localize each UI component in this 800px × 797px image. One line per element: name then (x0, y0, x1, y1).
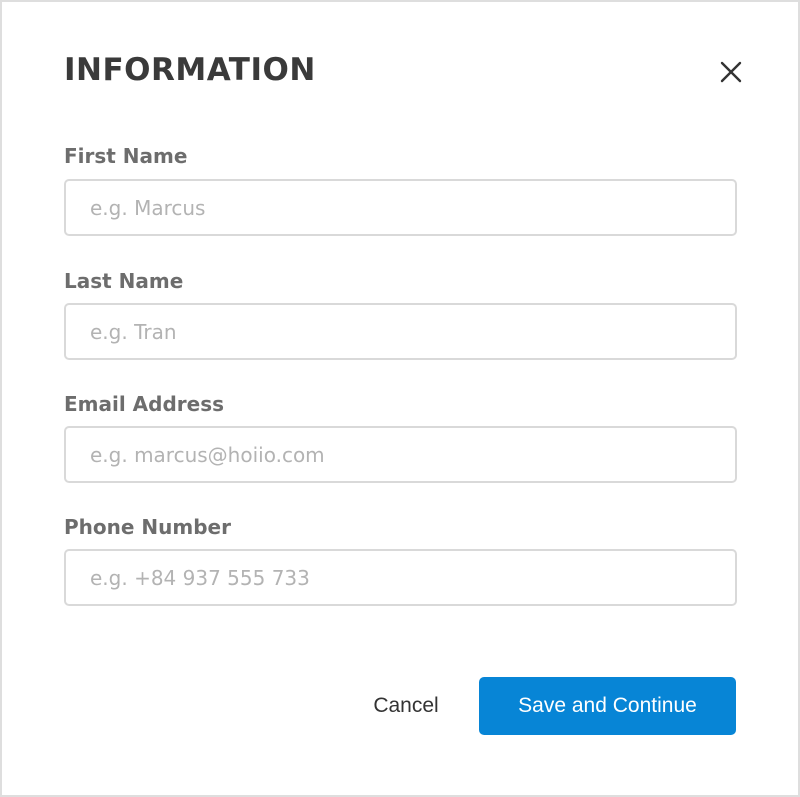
dialog-title: INFORMATION (64, 52, 316, 88)
first-name-input[interactable] (64, 179, 737, 236)
email-address-label: Email Address (64, 392, 225, 416)
first-name-label: First Name (64, 144, 188, 168)
phone-number-label: Phone Number (64, 515, 231, 539)
save-and-continue-button[interactable]: Save and Continue (479, 677, 736, 735)
last-name-input[interactable] (64, 303, 737, 360)
cancel-button[interactable]: Cancel (354, 678, 458, 734)
last-name-label: Last Name (64, 269, 184, 293)
information-dialog: INFORMATION First Name Last Name Email A… (0, 0, 800, 797)
phone-number-input[interactable] (64, 549, 737, 606)
close-button[interactable] (714, 55, 748, 89)
email-address-input[interactable] (64, 426, 737, 483)
close-icon (720, 61, 742, 83)
